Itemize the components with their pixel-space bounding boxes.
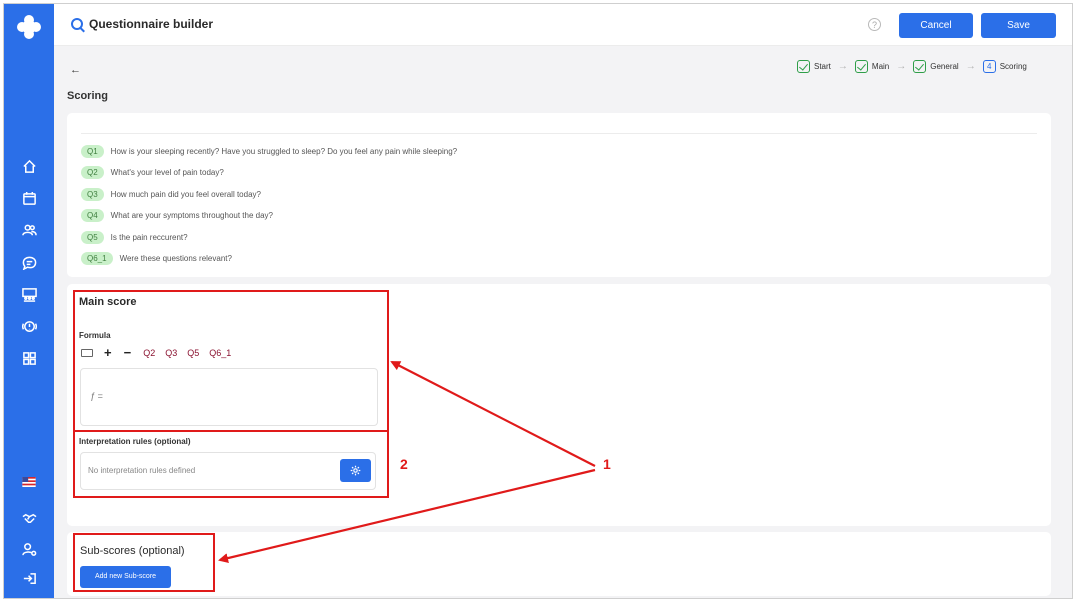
top-header: Questionnaire builder ? Cancel Save	[54, 4, 1072, 46]
chat-icon[interactable]	[19, 252, 39, 272]
question-tag[interactable]: Q1	[81, 145, 104, 158]
calendar-icon[interactable]	[19, 188, 39, 208]
arrow-right-icon: →	[965, 61, 976, 72]
question-text: How is your sleeping recently? Have you …	[110, 147, 458, 156]
save-button[interactable]: Save	[981, 13, 1056, 38]
annotation-box-interpretation	[73, 430, 389, 498]
questions-card: Q1 How is your sleeping recently? Have y…	[67, 113, 1051, 277]
question-row: Q2 What's your level of pain today?	[81, 166, 224, 179]
sidebar	[4, 4, 54, 598]
step-general[interactable]: General	[913, 60, 959, 73]
question-row: Q4 What are your symptoms throughout the…	[81, 209, 273, 222]
question-row: Q5 Is the pain reccurent?	[81, 231, 188, 244]
check-icon	[797, 60, 810, 73]
logout-icon[interactable]	[19, 568, 39, 588]
plus-logo-icon[interactable]	[16, 14, 42, 40]
annotation-box-subscores	[73, 533, 215, 592]
step-label: Scoring	[999, 62, 1027, 71]
question-text: Is the pain reccurent?	[110, 233, 188, 242]
check-icon	[854, 60, 868, 73]
step-label: General	[930, 62, 959, 71]
us-flag-icon[interactable]	[19, 472, 39, 492]
arrow-right-icon: →	[837, 61, 848, 72]
question-tag[interactable]: Q4	[81, 209, 104, 222]
page-title: Scoring	[67, 90, 108, 102]
question-row: Q3 How much pain did you feel overall to…	[81, 188, 261, 201]
question-row: Q6_1 Were these questions relevant?	[81, 252, 232, 265]
question-row: Q1 How is your sleeping recently? Have y…	[81, 145, 457, 158]
group-board-icon[interactable]	[19, 284, 39, 304]
back-arrow-icon[interactable]: ←	[70, 64, 81, 76]
question-tag[interactable]: Q6_1	[81, 252, 113, 265]
question-tag[interactable]: Q5	[81, 231, 104, 244]
question-tag[interactable]: Q2	[81, 166, 104, 179]
check-icon	[913, 60, 927, 73]
question-text: Were these questions relevant?	[119, 254, 232, 263]
divider	[81, 133, 1037, 134]
app-title: Questionnaire builder	[89, 17, 214, 31]
step-label: Main	[871, 62, 890, 71]
annotation-label-1: 1	[603, 456, 611, 472]
question-tag[interactable]: Q3	[81, 188, 104, 201]
questionnaire-icon	[71, 18, 83, 30]
question-text: What's your level of pain today?	[110, 168, 224, 177]
users-icon[interactable]	[19, 220, 39, 240]
stepper: Start → Main → General → 4 Scoring	[797, 60, 1027, 73]
arrow-right-icon: →	[896, 61, 907, 72]
alert-icon[interactable]	[19, 316, 39, 336]
apps-grid-icon[interactable]	[19, 348, 39, 368]
step-start[interactable]: Start	[797, 60, 831, 73]
step-number: 4	[982, 60, 996, 73]
home-icon[interactable]	[19, 156, 39, 176]
step-scoring[interactable]: 4 Scoring	[982, 60, 1027, 73]
question-text: How much pain did you feel overall today…	[110, 190, 261, 199]
step-label: Start	[814, 62, 831, 71]
handshake-icon[interactable]	[19, 508, 39, 528]
cancel-button[interactable]: Cancel	[899, 13, 973, 38]
help-icon[interactable]: ?	[868, 18, 881, 31]
user-settings-icon[interactable]	[19, 539, 39, 559]
question-text: What are your symptoms throughout the da…	[110, 211, 273, 220]
step-main[interactable]: Main	[854, 60, 890, 73]
annotation-label-2: 2	[400, 456, 408, 472]
annotation-box-formula	[73, 290, 389, 432]
